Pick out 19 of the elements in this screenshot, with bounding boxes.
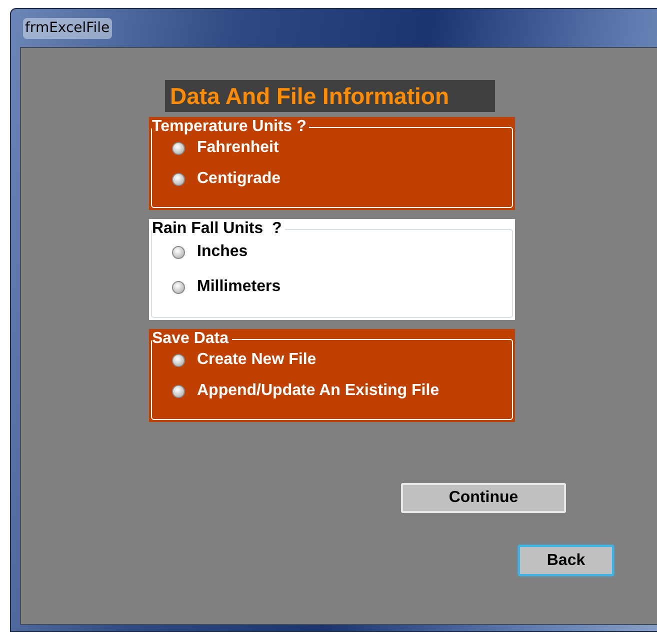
window-title: frmExcelFile xyxy=(23,18,112,38)
radio-button[interactable] xyxy=(172,172,185,186)
radio-button[interactable] xyxy=(172,142,185,154)
radio-option[interactable]: Fahrenheit xyxy=(172,137,492,159)
radio-button[interactable] xyxy=(172,384,185,398)
command-button[interactable]: Back xyxy=(518,545,614,576)
command-button[interactable]: Continue xyxy=(401,483,566,513)
radio-option[interactable]: Append/Update An Existing File xyxy=(172,380,492,402)
radio-option[interactable]: Inches xyxy=(172,241,492,263)
radio-button[interactable] xyxy=(172,354,185,366)
group-title: Rain Fall Units ? xyxy=(152,219,283,239)
radio-option[interactable]: Centigrade xyxy=(172,168,492,190)
radio-option[interactable]: Millimeters xyxy=(172,276,492,298)
group-title: Save Data xyxy=(152,329,230,349)
radio-button[interactable] xyxy=(172,246,185,258)
radio-option[interactable]: Create New File xyxy=(172,349,492,371)
radio-button[interactable] xyxy=(172,280,185,294)
group-title: Temperature Units ? xyxy=(152,117,308,137)
form-heading: Data And File Information xyxy=(165,80,495,112)
